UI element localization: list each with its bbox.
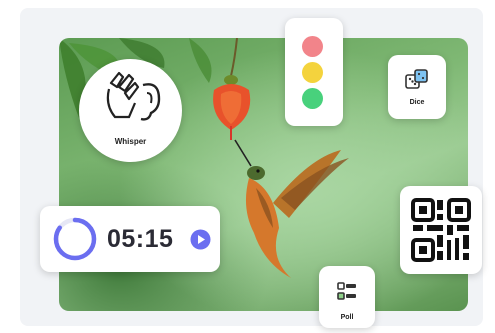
whisper-ear-icon xyxy=(106,71,161,121)
yellow-light[interactable] xyxy=(302,62,323,83)
red-light[interactable] xyxy=(302,36,323,57)
poll-icon xyxy=(337,282,356,300)
qr-code-icon xyxy=(411,198,471,262)
qr-code-widget[interactable] xyxy=(400,186,482,274)
whisper-widget[interactable]: Whisper xyxy=(79,59,182,162)
timer-widget[interactable]: 05:15 xyxy=(40,206,220,272)
green-light[interactable] xyxy=(302,88,323,109)
play-icon[interactable] xyxy=(190,229,211,250)
whisper-label: Whisper xyxy=(114,137,147,146)
dice-widget[interactable]: Dice xyxy=(388,55,446,119)
timer-progress-ring xyxy=(53,217,97,261)
poll-widget[interactable]: Poll xyxy=(319,266,375,328)
dice-icon xyxy=(405,69,428,89)
dice-label: Dice xyxy=(409,99,425,106)
traffic-light-widget[interactable] xyxy=(285,18,343,126)
timer-display: 05:15 xyxy=(107,225,174,253)
poll-label: Poll xyxy=(340,314,354,321)
